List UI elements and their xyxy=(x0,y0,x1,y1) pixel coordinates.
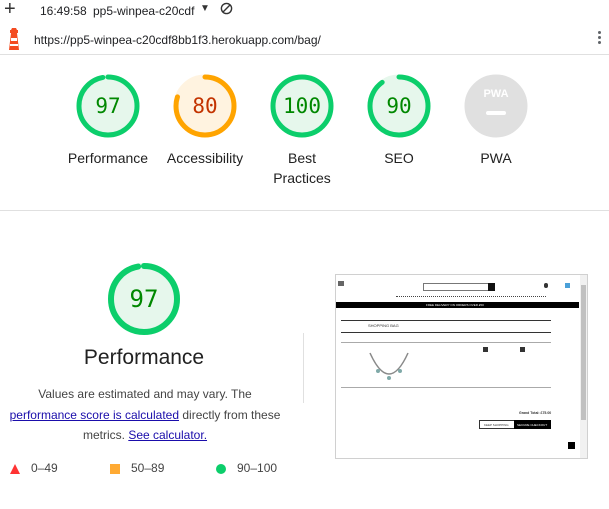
divider xyxy=(0,210,609,211)
circle-icon xyxy=(216,463,226,474)
legend-pass: 90–100 xyxy=(216,461,277,475)
keep-shopping-text: KEEP SHOPPING xyxy=(484,422,509,427)
site-logo-icon xyxy=(338,281,344,286)
page-screenshot-thumbnail[interactable]: FREE DELIVERY ON ORDERS OVER £50 SHOPPIN… xyxy=(335,274,588,459)
banner-text: FREE DELIVERY ON ORDERS OVER £50 xyxy=(426,303,484,307)
gauge-score: 100 xyxy=(283,94,321,118)
site-banner: FREE DELIVERY ON ORDERS OVER £50 xyxy=(336,302,579,308)
browser-toolbar: + 16:49:58 pp5-winpea-c20cdf ▼ xyxy=(0,0,609,22)
table-footer-line xyxy=(341,387,551,388)
note-text-3: metrics. xyxy=(82,428,125,442)
clock-text: 16:49:58 xyxy=(40,4,87,18)
gauge-label: SEO xyxy=(351,148,447,168)
gauge-performance[interactable]: 97 Performance xyxy=(60,74,156,168)
shopping-bag-heading: SHOPPING BAG xyxy=(368,323,399,328)
remove-box xyxy=(520,347,525,352)
site-bag-icon xyxy=(565,283,570,288)
performance-score: 97 xyxy=(129,285,159,313)
site-account-icon xyxy=(544,283,548,288)
gauge-score: 80 xyxy=(192,94,218,118)
necklace-image xyxy=(369,352,409,380)
new-tab-icon[interactable]: + xyxy=(4,0,16,20)
gauge-label: Performance xyxy=(60,148,156,168)
square-icon xyxy=(110,463,120,474)
gauge-label: Accessibility xyxy=(157,148,253,168)
gauge-label: Best Practices xyxy=(254,148,350,188)
gauge-label-line1: PWA xyxy=(480,150,512,166)
checkout-text: SECURE CHECKOUT xyxy=(517,422,548,427)
vertical-divider xyxy=(303,333,304,403)
gauge-label-line1: Performance xyxy=(67,150,149,166)
tab-title[interactable]: pp5-winpea-c20cdf xyxy=(93,4,203,18)
checkout-button: SECURE CHECKOUT xyxy=(514,420,551,429)
gauge-score: 90 xyxy=(386,94,412,118)
gauge-score: 97 xyxy=(95,94,121,118)
legend-pass-label: 90–100 xyxy=(237,461,278,475)
gauge-label-line1: Accessibility xyxy=(166,150,244,166)
performance-note: Values are estimated and may vary. The p… xyxy=(0,384,290,446)
performance-title: Performance xyxy=(83,346,205,369)
site-nav-links xyxy=(396,296,546,299)
gauge-label-line1: SEO xyxy=(384,150,414,166)
gauge-accessibility[interactable]: 80 Accessibility xyxy=(157,74,253,168)
grand-total-text: Grand Total: £75.00 xyxy=(519,411,552,415)
legend-average-label: 50–89 xyxy=(131,461,165,475)
heading-line xyxy=(341,320,551,321)
gauge-pwa[interactable]: PWA PWA xyxy=(448,74,544,168)
site-search-box xyxy=(423,283,489,291)
gauge-best[interactable]: 100 Best Practices xyxy=(254,74,350,188)
block-icon[interactable] xyxy=(220,2,233,15)
dropdown-icon[interactable]: ▼ xyxy=(200,3,210,14)
address-bar: https://pp5-winpea-c20cdf8bb1f3.herokuap… xyxy=(0,26,609,55)
table-header-line xyxy=(341,342,551,343)
legend-fail: 0–49 xyxy=(10,461,58,475)
gauge-label: PWA xyxy=(448,148,544,168)
note-text-2: directly from these xyxy=(182,407,281,422)
qty-box xyxy=(483,347,488,352)
gauge-label-line2: Practices xyxy=(273,170,331,186)
gauge-score: PWA xyxy=(483,88,509,100)
performance-gauge-large: 97 xyxy=(107,262,181,336)
scrollbar-thumb xyxy=(581,285,586,420)
menu-icon[interactable] xyxy=(598,31,602,46)
lighthouse-icon xyxy=(9,28,19,50)
keep-shopping-button: KEEP SHOPPING xyxy=(479,420,515,429)
back-to-top-button xyxy=(568,442,575,449)
thumbnail-scrollbar xyxy=(580,275,587,458)
url-text[interactable]: https://pp5-winpea-c20cdf8bb1f3.herokuap… xyxy=(34,33,321,47)
legend-fail-label: 0–49 xyxy=(31,461,58,475)
note-text: Values are estimated and may vary. The xyxy=(38,387,252,401)
triangle-icon xyxy=(10,463,20,474)
gauge-seo[interactable]: 90 SEO xyxy=(351,74,447,168)
heading-line-2 xyxy=(341,332,551,333)
score-calculated-link[interactable]: performance score is calculated xyxy=(10,408,179,422)
see-calculator-link[interactable]: See calculator. xyxy=(128,428,207,442)
legend-average: 50–89 xyxy=(110,461,164,475)
gauge-label-line1: Best xyxy=(287,150,316,166)
site-search-button xyxy=(488,283,495,291)
